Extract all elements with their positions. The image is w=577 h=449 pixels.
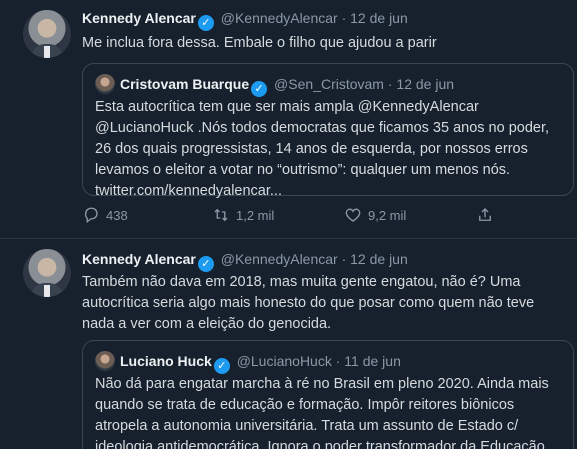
luciano-avatar[interactable]	[95, 351, 115, 371]
retweet-count: 1,2 mil	[236, 207, 275, 223]
tweet-text: Me inclua fora dessa. Embale o filho que…	[82, 35, 437, 51]
retweet-button[interactable]: 1,2 mil	[212, 206, 274, 224]
heart-icon	[345, 208, 361, 222]
author-handle[interactable]: @KennedyAlencar	[221, 251, 338, 267]
verified-badge-icon: ✓	[251, 81, 268, 97]
kennedy-avatar[interactable]	[23, 249, 71, 297]
quoted-tweet-text: Não dá para engatar marcha à ré no Brasi…	[95, 376, 549, 449]
reply-icon	[84, 207, 98, 224]
quoted-tweet-header: Cristovam Buarque ✓ @Sen_Cristovam · 12 d…	[95, 74, 454, 97]
like-count: 9,2 mil	[368, 207, 407, 223]
author-name[interactable]: Kennedy Alencar	[82, 251, 196, 267]
reply-button[interactable]: 438	[82, 206, 128, 224]
tweet-date[interactable]: · 12 de jun	[342, 251, 408, 267]
verified-badge-icon: ✓	[197, 15, 214, 31]
retweet-icon	[214, 208, 228, 222]
share-icon	[479, 208, 491, 221]
tweet-1[interactable]: Kennedy Alencar ✓ @KennedyAlencar · 12 de…	[0, 0, 577, 238]
quoted-tweet-date[interactable]: · 12 de jun	[388, 76, 454, 92]
quoted-author-handle[interactable]: @Sen_Cristovam	[274, 76, 384, 92]
author-name[interactable]: Kennedy Alencar	[82, 10, 196, 26]
verified-badge-icon: ✓	[197, 256, 214, 272]
cristovam-avatar[interactable]	[95, 74, 115, 94]
verified-badge-icon: ✓	[213, 358, 230, 374]
quoted-tweet[interactable]: Luciano Huck ✓ @LucianoHuck · 11 de jun N…	[82, 340, 574, 449]
quoted-author-handle[interactable]: @LucianoHuck	[237, 353, 332, 369]
reply-count: 438	[106, 207, 128, 223]
tweet-header: Kennedy Alencar ✓ @KennedyAlencar · 12 de…	[82, 251, 408, 272]
quoted-tweet-date[interactable]: · 11 de jun	[336, 353, 401, 369]
like-button[interactable]: 9,2 mil	[344, 206, 406, 224]
tweet-actions: 438 1,2 mil 9,2 mil	[82, 206, 502, 230]
quoted-tweet[interactable]: Cristovam Buarque ✓ @Sen_Cristovam · 12 d…	[82, 63, 574, 199]
quoted-author-name[interactable]: Cristovam Buarque	[120, 76, 249, 92]
quoted-tweet-text: Esta autocrítica tem que ser mais ampla …	[95, 99, 550, 199]
share-button[interactable]	[476, 206, 494, 224]
kennedy-avatar[interactable]	[23, 10, 71, 58]
quoted-author-name[interactable]: Luciano Huck	[120, 353, 212, 369]
tweet-date[interactable]: · 12 de jun	[342, 10, 408, 26]
tweet-text: Também não dava em 2018, mas muita gente…	[82, 274, 535, 332]
quoted-tweet-header: Luciano Huck ✓ @LucianoHuck · 11 de jun	[95, 351, 401, 374]
author-handle[interactable]: @KennedyAlencar	[221, 10, 338, 26]
tweet-header: Kennedy Alencar ✓ @KennedyAlencar · 12 de…	[82, 10, 408, 31]
